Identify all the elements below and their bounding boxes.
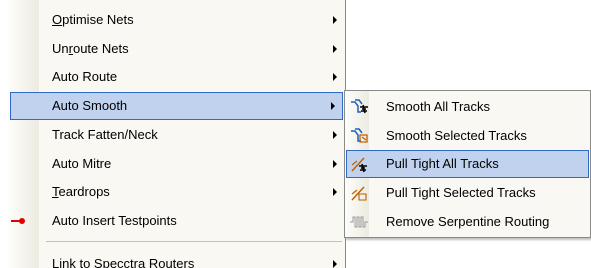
menu-item-label: Track Fatten/Neck: [52, 127, 158, 142]
submenu-arrow-icon: [333, 160, 337, 168]
menu-item-label: Auto Insert Testpoints: [52, 213, 177, 228]
screen: Optimise Nets Unroute Nets Auto Route Au…: [0, 0, 591, 268]
submenu-item-pull-tight-all-tracks[interactable]: Pull Tight All Tracks: [346, 150, 589, 178]
pull-tight-all-icon: [349, 155, 369, 173]
submenu-arrow-icon: [333, 45, 337, 53]
submenu-item-label: Smooth All Tracks: [386, 99, 491, 114]
menu-item-auto-mitre[interactable]: Auto Mitre: [8, 150, 345, 178]
submenu-item-pull-tight-selected-tracks[interactable]: Pull Tight Selected Tracks: [346, 179, 589, 207]
testpoint-icon: [10, 213, 28, 229]
submenu-item-label: Remove Serpentine Routing: [386, 214, 550, 229]
context-menu: Optimise Nets Unroute Nets Auto Route Au…: [8, 0, 346, 268]
submenu-item-label: Smooth Selected Tracks: [386, 128, 527, 143]
menu-item-label: Link to Specctra Routers: [52, 256, 195, 268]
menu-separator: [46, 241, 342, 242]
menu-item-teardrops[interactable]: Teardrops: [8, 178, 345, 206]
submenu-arrow-icon: [333, 73, 337, 81]
submenu-arrow-icon: [331, 102, 335, 110]
serpentine-icon: [349, 213, 369, 231]
submenu-item-label: Pull Tight All Tracks: [386, 156, 499, 171]
submenu-arrow-icon: [333, 188, 337, 196]
submenu-arrow-icon: [333, 260, 337, 268]
auto-smooth-submenu: Smooth All Tracks Smooth Selected Tracks: [344, 90, 591, 238]
submenu-arrow-icon: [333, 16, 337, 24]
menu-item-unroute-nets[interactable]: Unroute Nets: [8, 35, 345, 63]
submenu-item-remove-serpentine-routing[interactable]: Remove Serpentine Routing: [346, 208, 589, 236]
menu-item-label: Auto Mitre: [52, 156, 112, 171]
menu-item-auto-route[interactable]: Auto Route: [8, 63, 345, 91]
menu-item-label: Auto Smooth: [52, 98, 128, 113]
menu-item-label: Auto Route: [52, 69, 118, 84]
pull-tight-selected-icon: [349, 184, 369, 202]
menu-item-optimise-nets[interactable]: Optimise Nets: [8, 6, 345, 34]
menu-item-label: Unroute Nets: [52, 41, 129, 56]
menu-item-track-fatten-neck[interactable]: Track Fatten/Neck: [8, 121, 345, 149]
menu-item-label: Optimise Nets: [52, 12, 134, 27]
menu-item-link-to-specctra-routers[interactable]: Link to Specctra Routers: [8, 250, 345, 268]
menu-item-auto-smooth[interactable]: Auto Smooth: [10, 92, 343, 120]
submenu-arrow-icon: [333, 131, 337, 139]
submenu-item-smooth-all-tracks[interactable]: Smooth All Tracks: [346, 93, 589, 121]
smooth-selected-tracks-icon: [349, 127, 369, 145]
submenu-item-smooth-selected-tracks[interactable]: Smooth Selected Tracks: [346, 122, 589, 150]
menu-item-auto-insert-testpoints[interactable]: Auto Insert Testpoints: [8, 207, 345, 235]
smooth-all-tracks-icon: [349, 98, 369, 116]
menu-item-label: Teardrops: [52, 184, 110, 199]
submenu-item-label: Pull Tight Selected Tracks: [386, 185, 536, 200]
